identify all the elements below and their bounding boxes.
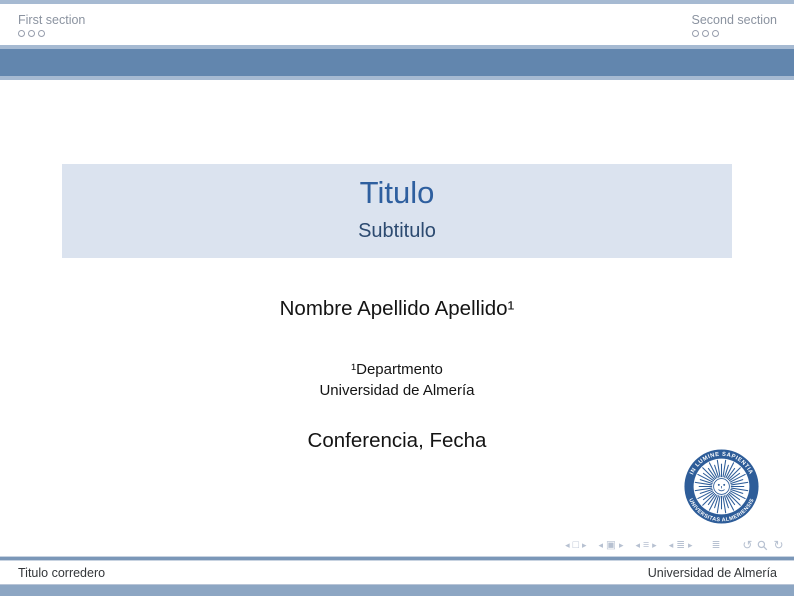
- section-label-first[interactable]: First section: [18, 13, 85, 27]
- footer-short-title: Titulo corredero: [18, 566, 105, 580]
- prev-slide-icon[interactable]: ◂: [565, 538, 570, 553]
- next-frame-icon[interactable]: ▸: [619, 538, 624, 553]
- author-name: Nombre Apellido Apellido¹: [0, 297, 794, 321]
- slide-dot[interactable]: [28, 30, 35, 37]
- subsection-icon[interactable]: ≡: [643, 538, 649, 553]
- footer-rule-light-bottom: [0, 560, 794, 561]
- sun-eye-right: [723, 484, 725, 486]
- header-band-light-bottom: [0, 76, 794, 80]
- nav-subsection-group: ◂ ≡ ▸: [634, 538, 658, 553]
- institute-block: ¹Departmento Universidad de Almería: [0, 359, 794, 401]
- institute-department: ¹Departmento: [0, 359, 794, 380]
- slide-dot[interactable]: [38, 30, 45, 37]
- slide-dot[interactable]: [692, 30, 699, 37]
- next-section-icon[interactable]: ▸: [688, 538, 693, 553]
- slide-dot[interactable]: [712, 30, 719, 37]
- slide-dots-first: [18, 30, 85, 39]
- go-back-icon[interactable]: ↺: [742, 538, 752, 553]
- beamer-title-slide: First section Second section Titulo Subt…: [0, 0, 794, 596]
- section-nav-second: Second section: [692, 13, 777, 39]
- slide-subtitle: Subtitulo: [62, 218, 732, 244]
- section-label-second[interactable]: Second section: [692, 13, 777, 27]
- university-seal-logo: IN LUMINE SAPIENTIA UNIVERSITAS ALMERIEN…: [683, 447, 760, 526]
- appendix-icon[interactable]: ≣: [712, 538, 721, 553]
- bottom-accent-bar: [0, 584, 794, 596]
- go-forward-icon[interactable]: ↻: [773, 538, 783, 553]
- slide-dot[interactable]: [702, 30, 709, 37]
- institute-university: Universidad de Almería: [0, 380, 794, 401]
- slide-dot[interactable]: [18, 30, 25, 37]
- conference-date: Conferencia, Fecha: [0, 429, 794, 453]
- prev-subsection-icon[interactable]: ◂: [635, 538, 640, 553]
- nav-section-group: ◂ ≣ ▸: [667, 538, 694, 553]
- nav-frame-group: ◂ ▣ ▸: [597, 538, 625, 553]
- next-slide-icon[interactable]: ▸: [582, 538, 587, 553]
- frame-icon[interactable]: ▣: [606, 538, 616, 553]
- nav-slide-group: ◂ □ ▸: [564, 538, 588, 553]
- navigation-symbols-bar: ◂ □ ▸ ◂ ▣ ▸ ◂ ≡ ▸ ◂ ≣ ▸ ≣ ↺ ↻: [555, 538, 786, 553]
- top-accent-bar: [0, 0, 794, 4]
- nav-tools-group: ↺ ↻: [740, 538, 786, 553]
- sun-eye-left: [718, 484, 720, 486]
- section-icon[interactable]: ≣: [676, 538, 685, 553]
- header-band-dark: [0, 49, 794, 76]
- search-icon[interactable]: [757, 540, 768, 551]
- next-subsection-icon[interactable]: ▸: [652, 538, 657, 553]
- section-nav-first: First section: [18, 13, 85, 39]
- prev-section-icon[interactable]: ◂: [669, 538, 674, 553]
- slide-title: Titulo: [62, 175, 732, 211]
- slide-dots-second: [692, 30, 777, 39]
- title-box: Titulo Subtitulo: [62, 164, 732, 258]
- nav-appendix-group: ≣: [710, 538, 722, 553]
- prev-frame-icon[interactable]: ◂: [599, 538, 604, 553]
- slide-icon[interactable]: □: [573, 538, 579, 553]
- footer-institution: Universidad de Almería: [648, 566, 777, 580]
